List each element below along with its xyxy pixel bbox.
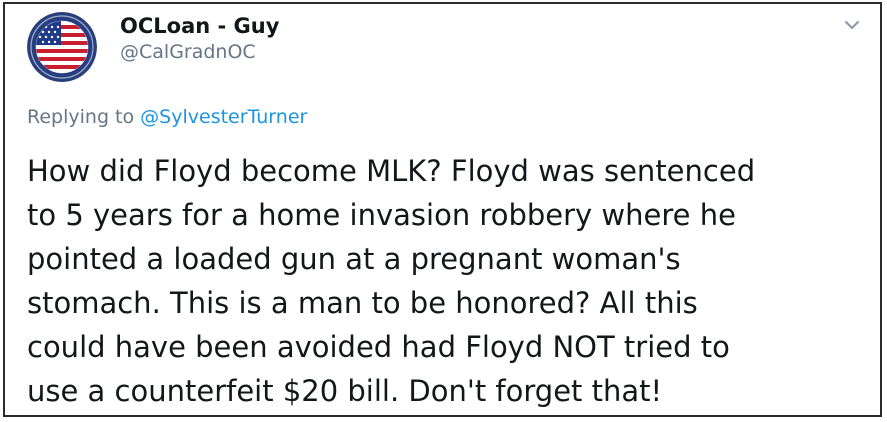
tweet-text-line: to 5 years for a home invasion robbery w… [27,198,736,232]
us-flag-seal-icon [27,12,97,82]
tweet-text-line: pointed a loaded gun at a pregnant woman… [27,242,681,276]
reply-target-link[interactable]: @SylvesterTurner [140,106,307,128]
display-name[interactable]: OCLoan - Guy [120,13,279,39]
chevron-down-icon [845,21,859,29]
user-handle[interactable]: @CalGradnOC [120,40,256,64]
tweet-card: OCLoan - Guy @CalGradnOC Replying to @Sy… [3,2,882,417]
tweet-text-line: How did Floyd become MLK? Floyd was sent… [27,154,756,188]
tweet-text-line: could have been avoided had Floyd NOT tr… [27,330,730,364]
tweet-text-line: stomach. This is a man to be honored? Al… [27,286,698,320]
tweet-menu-button[interactable] [842,18,862,32]
replying-to-prefix: Replying to [27,106,135,128]
tweet-text: How did Floyd become MLK? Floyd was sent… [27,149,867,413]
avatar[interactable] [27,12,97,82]
tweet-text-line: use a counterfeit $20 bill. Don't forget… [27,374,663,408]
replying-to: Replying to @SylvesterTurner [27,105,307,129]
